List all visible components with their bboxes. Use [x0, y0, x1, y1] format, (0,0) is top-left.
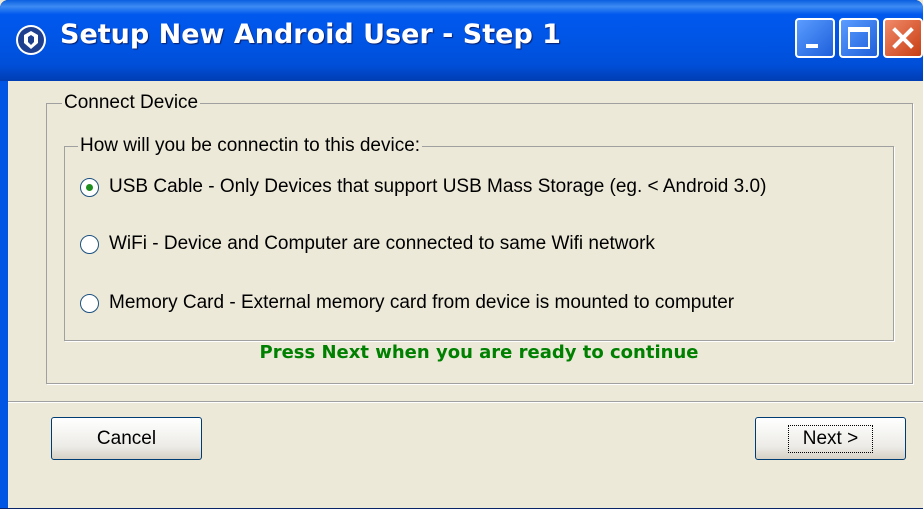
next-button[interactable]: Next >	[755, 417, 906, 460]
radio-label-wifi[interactable]: WiFi - Device and Computer are connected…	[109, 233, 655, 255]
radio-label-memory-card[interactable]: Memory Card - External memory card from …	[109, 292, 734, 314]
close-button[interactable]	[883, 18, 923, 58]
connect-device-legend: Connect Device	[62, 92, 201, 114]
radio-button-usb[interactable]	[80, 177, 99, 197]
next-button-label: Next >	[787, 424, 874, 453]
button-separator	[8, 401, 923, 403]
connection-method-legend: How will you be connectin to this device…	[78, 135, 423, 157]
radio-wifi[interactable]: WiFi - Device and Computer are connected…	[80, 231, 655, 257]
continue-prompt: Press Next when you are ready to continu…	[259, 342, 699, 363]
window-left-border	[0, 81, 8, 509]
cancel-button-label: Cancel	[96, 427, 157, 449]
cancel-button[interactable]: Cancel	[51, 417, 202, 460]
maximize-button[interactable]	[839, 18, 879, 58]
title-bar[interactable]: Setup New Android User - Step 1	[0, 0, 923, 81]
radio-button-wifi[interactable]	[80, 234, 99, 254]
radio-usb-cable[interactable]: USB Cable - Only Devices that support US…	[80, 174, 766, 200]
window-title: Setup New Android User - Step 1	[60, 19, 561, 50]
maximize-icon	[848, 27, 870, 49]
radio-memory-card[interactable]: Memory Card - External memory card from …	[80, 290, 734, 316]
app-icon	[16, 25, 46, 55]
dialog-window: Setup New Android User - Step 1 Connect …	[0, 0, 923, 509]
radio-button-memory-card[interactable]	[80, 293, 99, 313]
radio-label-usb[interactable]: USB Cable - Only Devices that support US…	[109, 176, 766, 198]
close-icon	[892, 27, 914, 49]
minimize-icon	[806, 44, 818, 48]
minimize-button[interactable]	[795, 18, 835, 58]
